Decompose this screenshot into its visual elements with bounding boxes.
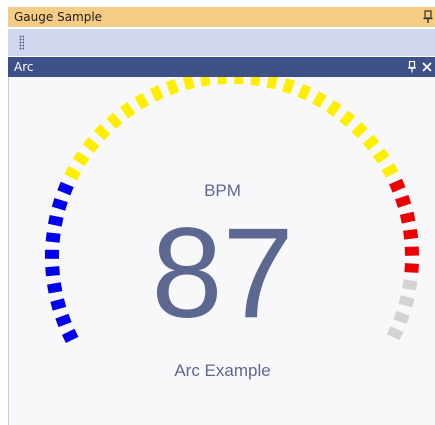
close-icon[interactable] xyxy=(421,60,433,74)
gauge-tick xyxy=(362,134,380,151)
gauge-tick xyxy=(381,163,399,178)
gauge-tick xyxy=(234,77,244,85)
gauge-tick xyxy=(165,79,180,96)
gauge-tick xyxy=(351,121,368,139)
window-titlebar[interactable]: Gauge Sample xyxy=(8,7,435,27)
gauge-tick xyxy=(339,110,356,127)
gauge-tick xyxy=(326,100,342,117)
gauge-tick xyxy=(119,101,136,119)
gauge-tick xyxy=(94,124,111,141)
gauge-tick xyxy=(266,77,279,90)
gauge-tick xyxy=(106,112,123,129)
gauge-unit-label: BPM xyxy=(204,181,241,200)
gauge-tick xyxy=(72,151,90,167)
gauge-tick xyxy=(82,137,100,153)
gauge-tick xyxy=(217,77,227,85)
gauge-tick xyxy=(199,77,211,87)
gauge-tick xyxy=(134,92,150,110)
panel-titlebar[interactable]: Arc xyxy=(8,57,435,77)
grip-icon[interactable] xyxy=(19,35,24,50)
panel-title: Arc xyxy=(14,60,34,74)
gauge-caption: Arc Example xyxy=(174,361,271,380)
gauge-tick xyxy=(282,78,295,95)
gauge-panel: BPM 87 Arc Example xyxy=(8,77,435,425)
gauge-value: 87 xyxy=(151,202,294,345)
gauge-tick xyxy=(297,83,312,101)
gauge-tick xyxy=(372,148,390,164)
toolbar xyxy=(8,29,435,56)
pin-icon[interactable] xyxy=(422,9,434,25)
window-title: Gauge Sample xyxy=(14,10,103,24)
gauge-tick xyxy=(250,77,262,87)
gauge-tick xyxy=(149,85,164,102)
gauge-tick xyxy=(312,91,327,108)
gauge-tick xyxy=(64,166,81,181)
gauge-tick xyxy=(182,77,195,91)
pin-icon[interactable] xyxy=(407,60,417,74)
